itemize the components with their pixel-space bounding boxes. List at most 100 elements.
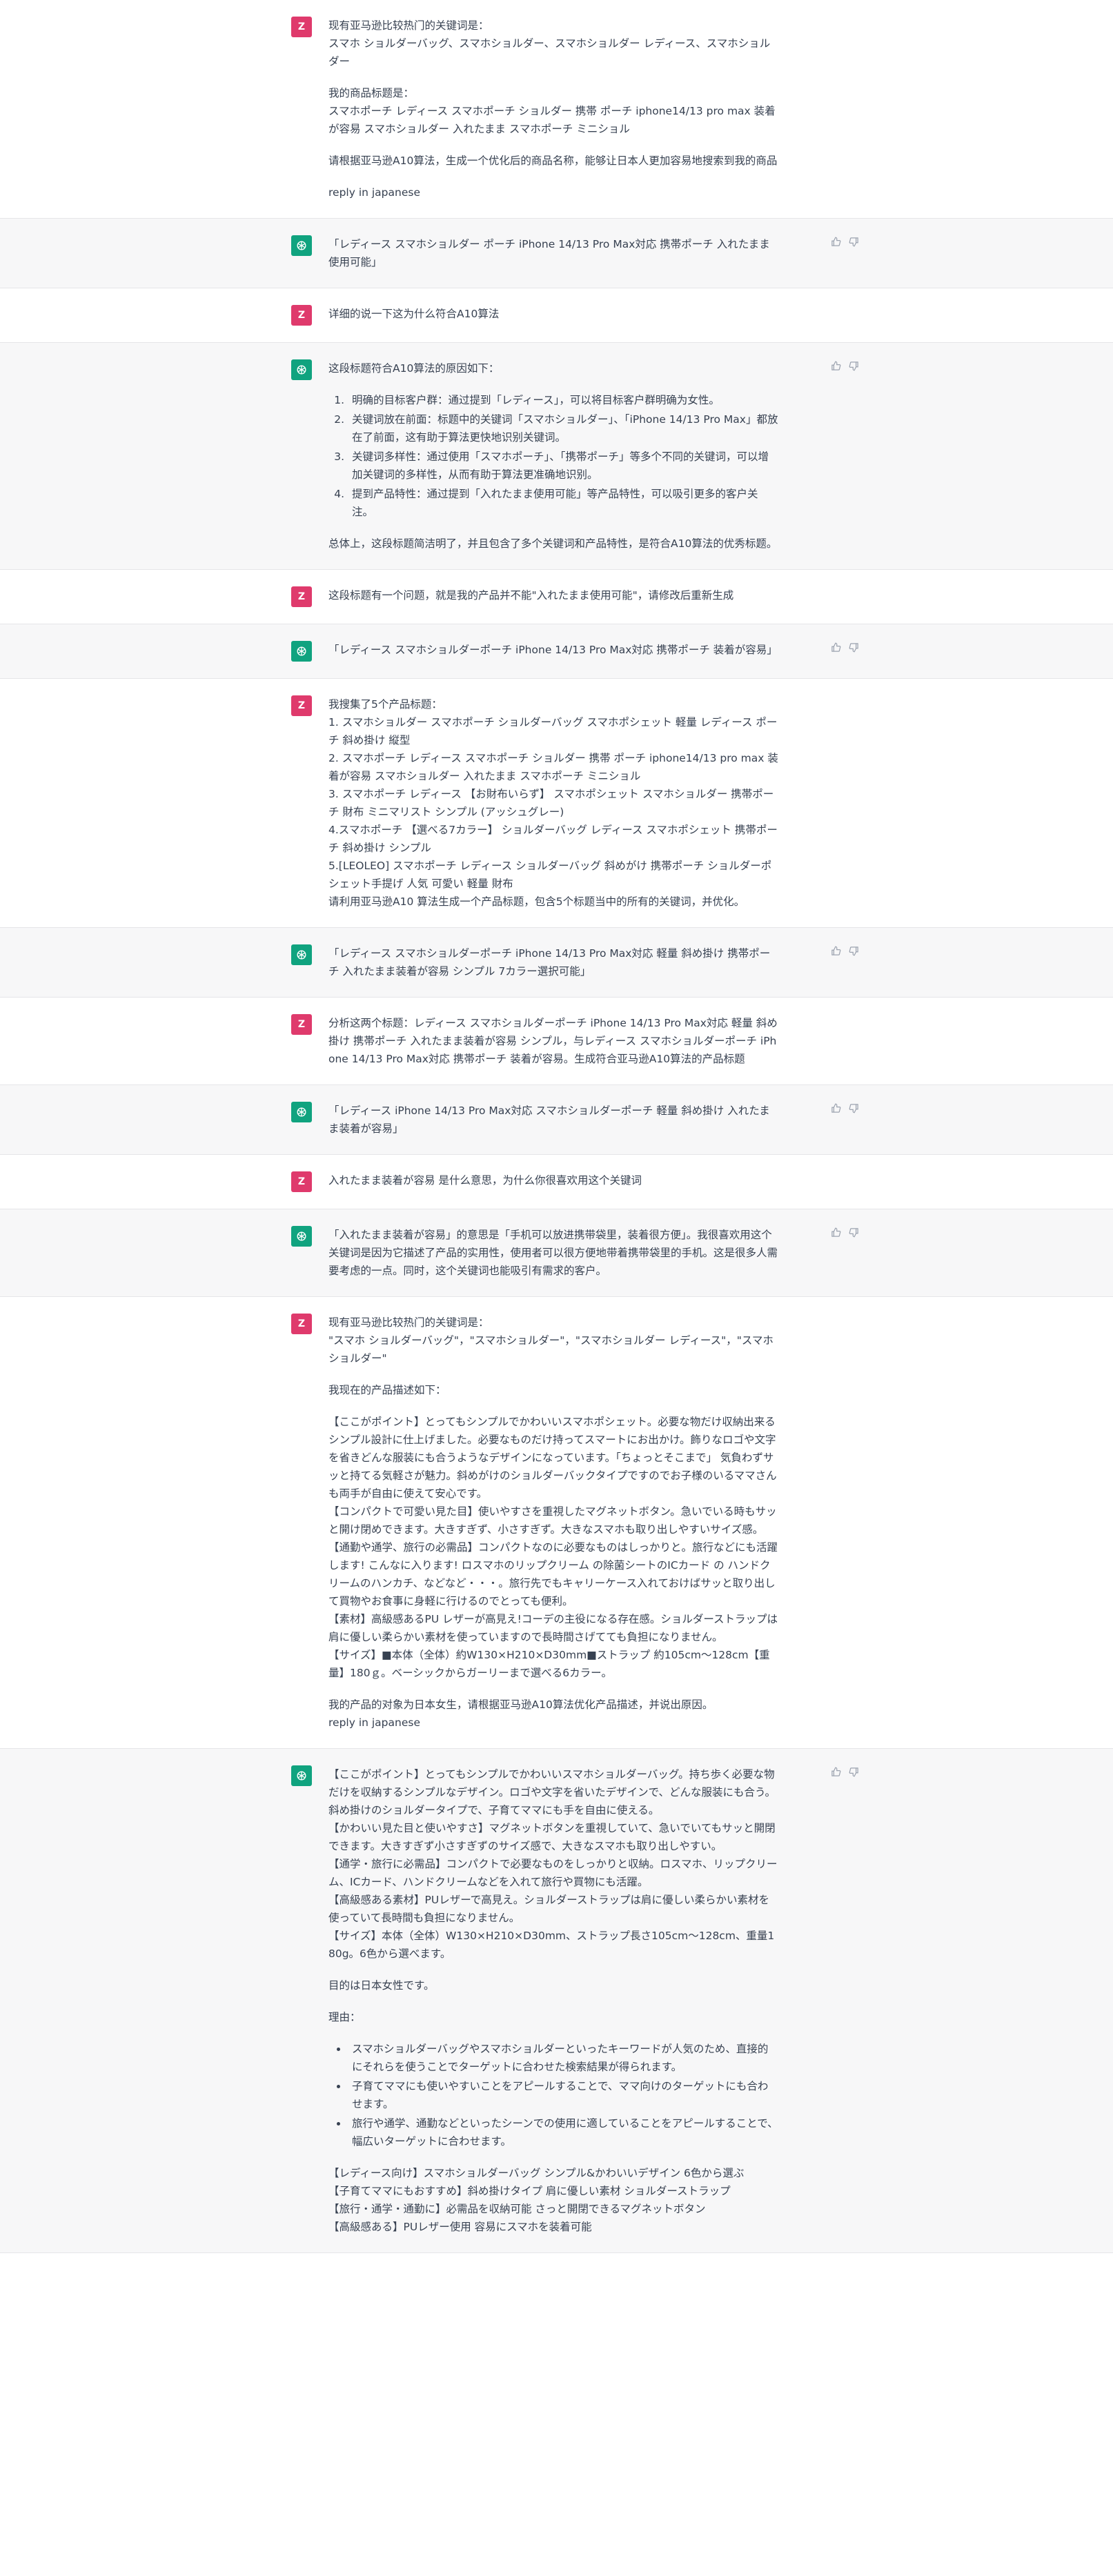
list-item: 子育てママにも使いやすいことをアピールすることで、ママ向けのターゲットにも合わせ… xyxy=(348,2077,778,2113)
user-avatar: Z xyxy=(291,1314,312,1334)
message-paragraph: 【レディース向け】スマホショルダーバッグ シンプル&かわいいデザイン 6色から選… xyxy=(328,2167,745,2233)
thumbs-down-icon[interactable] xyxy=(847,235,860,248)
message-paragraph: 现有亚马逊比较热门的关键词是： スマホ ショルダーバッグ、スマホショルダー、スマ… xyxy=(328,19,771,68)
message-paragraph: 入れたまま装着が容易 是什么意思，为什么你很喜欢用这个关键词 xyxy=(328,1174,642,1187)
user-message: Z 我搜集了5个产品标题： 1. スマホショルダー スマホポーチ ショルダーバッグ … xyxy=(0,679,1113,928)
assistant-message: 【ここがポイント】とってもシンプルでかわいいスマホショルダーバッグ。持ち歩く必要… xyxy=(0,1749,1113,2253)
message-paragraph: 请利用亚马逊A10 算法生成一个产品标题，包含5个标题当中的所有的关键词，并优化… xyxy=(328,895,745,908)
user-avatar: Z xyxy=(291,586,312,607)
thumbs-up-icon[interactable] xyxy=(829,1102,842,1114)
message-paragraph: 「レディース iPhone 14/13 Pro Max対応 スマホショルダーポー… xyxy=(328,1104,770,1135)
feedback-buttons xyxy=(829,359,860,372)
user-avatar: Z xyxy=(291,1014,312,1035)
user-message: Z 入れたまま装着が容易 是什么意思，为什么你很喜欢用这个关键词 xyxy=(0,1155,1113,1209)
message-content: 我搜集了5个产品标题： 1. スマホショルダー スマホポーチ ショルダーバッグ ス… xyxy=(328,695,778,911)
message-content: 「レディース iPhone 14/13 Pro Max対応 スマホショルダーポー… xyxy=(328,1102,778,1138)
message-content: 详细的说一下这为什么符合A10算法 xyxy=(328,305,778,326)
message-paragraph: 分析这两个标题：レディース スマホショルダーポーチ iPhone 14/13 P… xyxy=(328,1017,778,1065)
message-content: 现有亚马逊比较热门的关键词是： "スマホ ショルダーバッグ"，"スマホショルダー… xyxy=(328,1314,778,1732)
message-paragraph: 【ここがポイント】とってもシンプルでかわいいスマホポシェット。必要な物だけ収納出… xyxy=(328,1416,778,1679)
thumbs-down-icon[interactable] xyxy=(847,944,860,957)
chat-thread: Z 现有亚马逊比较热门的关键词是： スマホ ショルダーバッグ、スマホショルダー、ス… xyxy=(0,0,1113,2253)
message-list: 明确的目标客户群：通过提到「レディース」，可以将目标客户群明确为女性。关键词放在… xyxy=(328,391,778,521)
message-content: 「レディース スマホショルダー ポーチ iPhone 14/13 Pro Max… xyxy=(328,235,778,271)
message-paragraph: 我现在的产品描述如下： xyxy=(328,1384,446,1396)
user-message: Z 现有亚马逊比较热门的关键词是： スマホ ショルダーバッグ、スマホショルダー、ス… xyxy=(0,0,1113,219)
chatgpt-logo-icon xyxy=(291,1765,312,1786)
user-avatar: Z xyxy=(291,1171,312,1192)
chatgpt-logo-icon xyxy=(291,641,312,662)
thumbs-down-icon[interactable] xyxy=(847,1226,860,1238)
message-content: 现有亚马逊比较热门的关键词是： スマホ ショルダーバッグ、スマホショルダー、スマ… xyxy=(328,17,778,201)
message-paragraph: 3. スマホポーチ レディース 【お財布いらず】 スマホポシェット スマホショル… xyxy=(328,788,774,818)
assistant-message: 「レディース iPhone 14/13 Pro Max対応 スマホショルダーポー… xyxy=(0,1085,1113,1155)
message-paragraph: 这段标题符合A10算法的原因如下： xyxy=(328,362,500,375)
thumbs-down-icon[interactable] xyxy=(847,1765,860,1778)
thumbs-up-icon[interactable] xyxy=(829,641,842,653)
thumbs-down-icon[interactable] xyxy=(847,359,860,372)
user-message: Z 现有亚马逊比较热门的关键词是： "スマホ ショルダーバッグ"，"スマホショルダ… xyxy=(0,1297,1113,1749)
assistant-message: 这段标题符合A10算法的原因如下： 明确的目标客户群：通过提到「レディース」，可以… xyxy=(0,343,1113,570)
list-item: スマホショルダーバッグやスマホショルダーといったキーワードが人気のため、直接的に… xyxy=(348,2040,778,2076)
feedback-buttons xyxy=(829,641,860,653)
message-paragraph: 总体上，这段标题简洁明了，并且包含了多个关键词和产品特性，是符合A10算法的优秀… xyxy=(328,537,778,550)
message-paragraph: 我的产品的对象为日本女生，请根据亚马逊A10算法优化产品描述，并说出原因。 re… xyxy=(328,1698,713,1729)
user-avatar: Z xyxy=(291,695,312,716)
message-list: スマホショルダーバッグやスマホショルダーといったキーワードが人気のため、直接的に… xyxy=(328,2040,778,2150)
user-message: Z 分析这两个标题：レディース スマホショルダーポーチ iPhone 14/13 … xyxy=(0,998,1113,1085)
message-paragraph: 我搜集了5个产品标题： xyxy=(328,698,442,711)
feedback-buttons xyxy=(829,1102,860,1114)
message-content: 「レディース スマホショルダーポーチ iPhone 14/13 Pro Max対… xyxy=(328,944,778,980)
thumbs-up-icon[interactable] xyxy=(829,944,842,957)
message-paragraph: 我的商品标题是： スマホポーチ レディース スマホポーチ ショルダー 携帯 ポー… xyxy=(328,87,776,135)
thumbs-down-icon[interactable] xyxy=(847,641,860,653)
message-content: 「入れたまま装着が容易」的意思是「手机可以放进携带袋里，装着很方便」。我很喜欢用… xyxy=(328,1226,778,1280)
thumbs-up-icon[interactable] xyxy=(829,235,842,248)
message-paragraph: 【ここがポイント】とってもシンプルでかわいいスマホショルダーバッグ。持ち歩く必要… xyxy=(328,1768,778,1960)
thumbs-up-icon[interactable] xyxy=(829,1226,842,1238)
user-avatar: Z xyxy=(291,17,312,37)
feedback-buttons xyxy=(829,1765,860,1778)
message-paragraph: 现有亚马逊比较热门的关键词是： "スマホ ショルダーバッグ"，"スマホショルダー… xyxy=(328,1316,774,1365)
chatgpt-logo-icon xyxy=(291,359,312,380)
message-paragraph: 目的は日本女性です。 xyxy=(328,1979,435,1992)
message-paragraph: 「レディース スマホショルダーポーチ iPhone 14/13 Pro Max対… xyxy=(328,947,771,978)
message-paragraph: 详细的说一下这为什么符合A10算法 xyxy=(328,308,500,320)
message-paragraph: 这段标题有一个问题，就是我的产品并不能"入れたまま使用可能"，请修改后重新生成 xyxy=(328,589,734,602)
feedback-buttons xyxy=(829,1226,860,1238)
chatgpt-logo-icon xyxy=(291,1226,312,1247)
thumbs-up-icon[interactable] xyxy=(829,359,842,372)
message-paragraph: 5.[LEOLEO] スマホポーチ レディース ショルダーバッグ 斜めがけ 携帯… xyxy=(328,860,772,890)
assistant-message: 「レディース スマホショルダー ポーチ iPhone 14/13 Pro Max… xyxy=(0,219,1113,288)
message-content: 「レディース スマホショルダーポーチ iPhone 14/13 Pro Max対… xyxy=(328,641,778,662)
thumbs-up-icon[interactable] xyxy=(829,1765,842,1778)
feedback-buttons xyxy=(829,235,860,248)
message-paragraph: 4.スマホポーチ 【選べる7カラー】 ショルダーバッグ レディース スマホポシェ… xyxy=(328,824,778,854)
assistant-message: 「レディース スマホショルダーポーチ iPhone 14/13 Pro Max対… xyxy=(0,624,1113,679)
list-item: 明确的目标客户群：通过提到「レディース」，可以将目标客户群明确为女性。 xyxy=(348,391,778,409)
message-content: 这段标题符合A10算法的原因如下： 明确的目标客户群：通过提到「レディース」，可以… xyxy=(328,359,778,553)
list-item: 关键词放在前面：标题中的关键词「スマホショルダー」、「iPhone 14/13 … xyxy=(348,410,778,446)
message-content: 分析这两个标题：レディース スマホショルダーポーチ iPhone 14/13 P… xyxy=(328,1014,778,1068)
user-message: Z 这段标题有一个问题，就是我的产品并不能"入れたまま使用可能"，请修改后重新生成 xyxy=(0,570,1113,624)
chatgpt-logo-icon xyxy=(291,1102,312,1122)
list-item: 关键词多样性：通过使用「スマホポーチ」、「携帯ポーチ」等多个不同的关键词，可以增… xyxy=(348,448,778,484)
user-avatar: Z xyxy=(291,305,312,326)
message-paragraph: reply in japanese xyxy=(328,186,420,199)
thumbs-down-icon[interactable] xyxy=(847,1102,860,1114)
assistant-message: 「入れたまま装着が容易」的意思是「手机可以放进携带袋里，装着很方便」。我很喜欢用… xyxy=(0,1209,1113,1297)
list-item: 旅行や通学、通勤などといったシーンでの使用に適していることをアピールすることで、… xyxy=(348,2114,778,2150)
chatgpt-logo-icon xyxy=(291,944,312,965)
feedback-buttons xyxy=(829,944,860,957)
message-paragraph: 1. スマホショルダー スマホポーチ ショルダーバッグ スマホポシェット 軽量 … xyxy=(328,716,778,746)
message-paragraph: 「レディース スマホショルダーポーチ iPhone 14/13 Pro Max対… xyxy=(328,644,778,656)
message-content: 【ここがポイント】とってもシンプルでかわいいスマホショルダーバッグ。持ち歩く必要… xyxy=(328,1765,778,2236)
message-paragraph: 理由： xyxy=(328,2011,361,2023)
list-item: 提到产品特性：通过提到「入れたまま使用可能」等产品特性，可以吸引更多的客户关注。 xyxy=(348,485,778,521)
user-message: Z 详细的说一下这为什么符合A10算法 xyxy=(0,288,1113,343)
message-paragraph: 请根据亚马逊A10算法，生成一个优化后的商品名称，能够让日本人更加容易地搜索到我… xyxy=(328,155,778,167)
message-paragraph: 「レディース スマホショルダー ポーチ iPhone 14/13 Pro Max… xyxy=(328,238,770,268)
message-content: 这段标题有一个问题，就是我的产品并不能"入れたまま使用可能"，请修改后重新生成 xyxy=(328,586,778,607)
message-paragraph: 「入れたまま装着が容易」的意思是「手机可以放进携带袋里，装着很方便」。我很喜欢用… xyxy=(328,1229,778,1277)
chatgpt-logo-icon xyxy=(291,235,312,256)
